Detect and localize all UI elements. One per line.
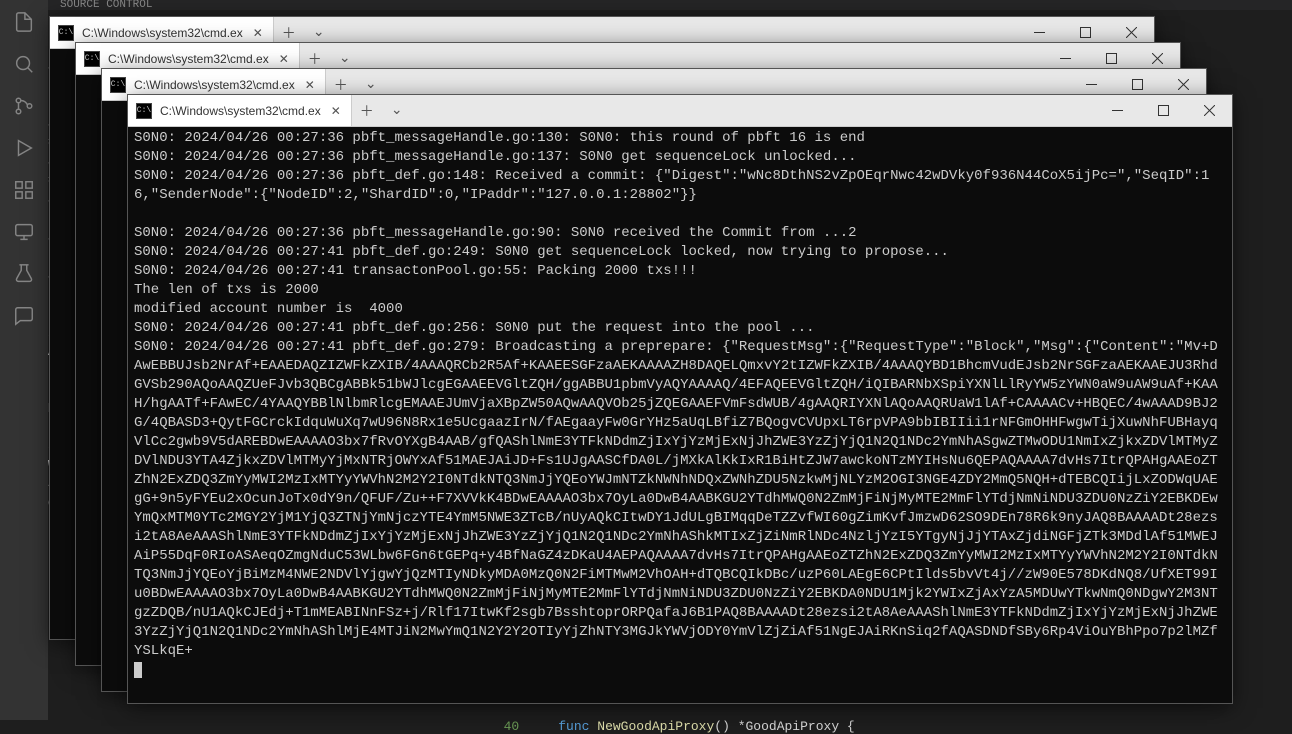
- cmd-icon: C:\: [84, 51, 100, 67]
- keyword: func: [558, 719, 589, 734]
- remote-icon[interactable]: [12, 220, 36, 244]
- terminal-tab[interactable]: C:\ C:\Windows\system32\cmd.ex ✕: [128, 95, 352, 126]
- files-icon[interactable]: [12, 10, 36, 34]
- terminal-tab-title: C:\Windows\system32\cmd.ex: [82, 26, 243, 40]
- minimize-button[interactable]: [1094, 95, 1140, 126]
- testing-icon[interactable]: [12, 262, 36, 286]
- terminal-tab-title: C:\Windows\system32\cmd.ex: [160, 104, 321, 118]
- func-name: NewGoodApiProxy: [597, 719, 714, 734]
- terminal-titlebar[interactable]: C:\ C:\Windows\system32\cmd.ex ✕ ＋ ⌄: [128, 95, 1232, 127]
- source-control-label: SOURCE CONTROL: [60, 0, 152, 10]
- close-tab-icon[interactable]: ✕: [303, 78, 317, 92]
- vscode-tabbar: SOURCE CONTROL: [48, 0, 1292, 10]
- cmd-icon: C:\: [136, 103, 152, 119]
- maximize-button[interactable]: [1140, 95, 1186, 126]
- terminal-tab-title: C:\Windows\system32\cmd.ex: [134, 78, 295, 92]
- terminal-window-4[interactable]: C:\ C:\Windows\system32\cmd.ex ✕ ＋ ⌄ S0N…: [127, 94, 1233, 704]
- close-tab-icon[interactable]: ✕: [277, 52, 291, 66]
- comment-icon[interactable]: [12, 304, 36, 328]
- cmd-icon: C:\: [110, 77, 126, 93]
- search-icon[interactable]: [12, 52, 36, 76]
- close-tab-icon[interactable]: ✕: [251, 26, 265, 40]
- tab-dropdown-icon[interactable]: ⌄: [382, 96, 412, 126]
- cursor: [134, 662, 142, 678]
- extensions-icon[interactable]: [12, 178, 36, 202]
- line-number: 40: [504, 719, 520, 734]
- terminal-body[interactable]: S0N0: 2024/04/26 00:27:36 pbft_messageHa…: [128, 127, 1232, 703]
- new-tab-button[interactable]: ＋: [352, 96, 382, 126]
- run-debug-icon[interactable]: [12, 136, 36, 160]
- terminal-tab-title: C:\Windows\system32\cmd.ex: [108, 52, 269, 66]
- cmd-icon: C:\: [58, 25, 74, 41]
- code-rest: () *GoodApiProxy {: [714, 719, 854, 734]
- vscode-activity-bar: [0, 0, 48, 720]
- close-tab-icon[interactable]: ✕: [329, 104, 343, 118]
- close-window-button[interactable]: [1186, 95, 1232, 126]
- source-control-icon[interactable]: [12, 94, 36, 118]
- vscode-bottom-code: 40 func NewGoodApiProxy() *GoodApiProxy …: [48, 704, 1292, 720]
